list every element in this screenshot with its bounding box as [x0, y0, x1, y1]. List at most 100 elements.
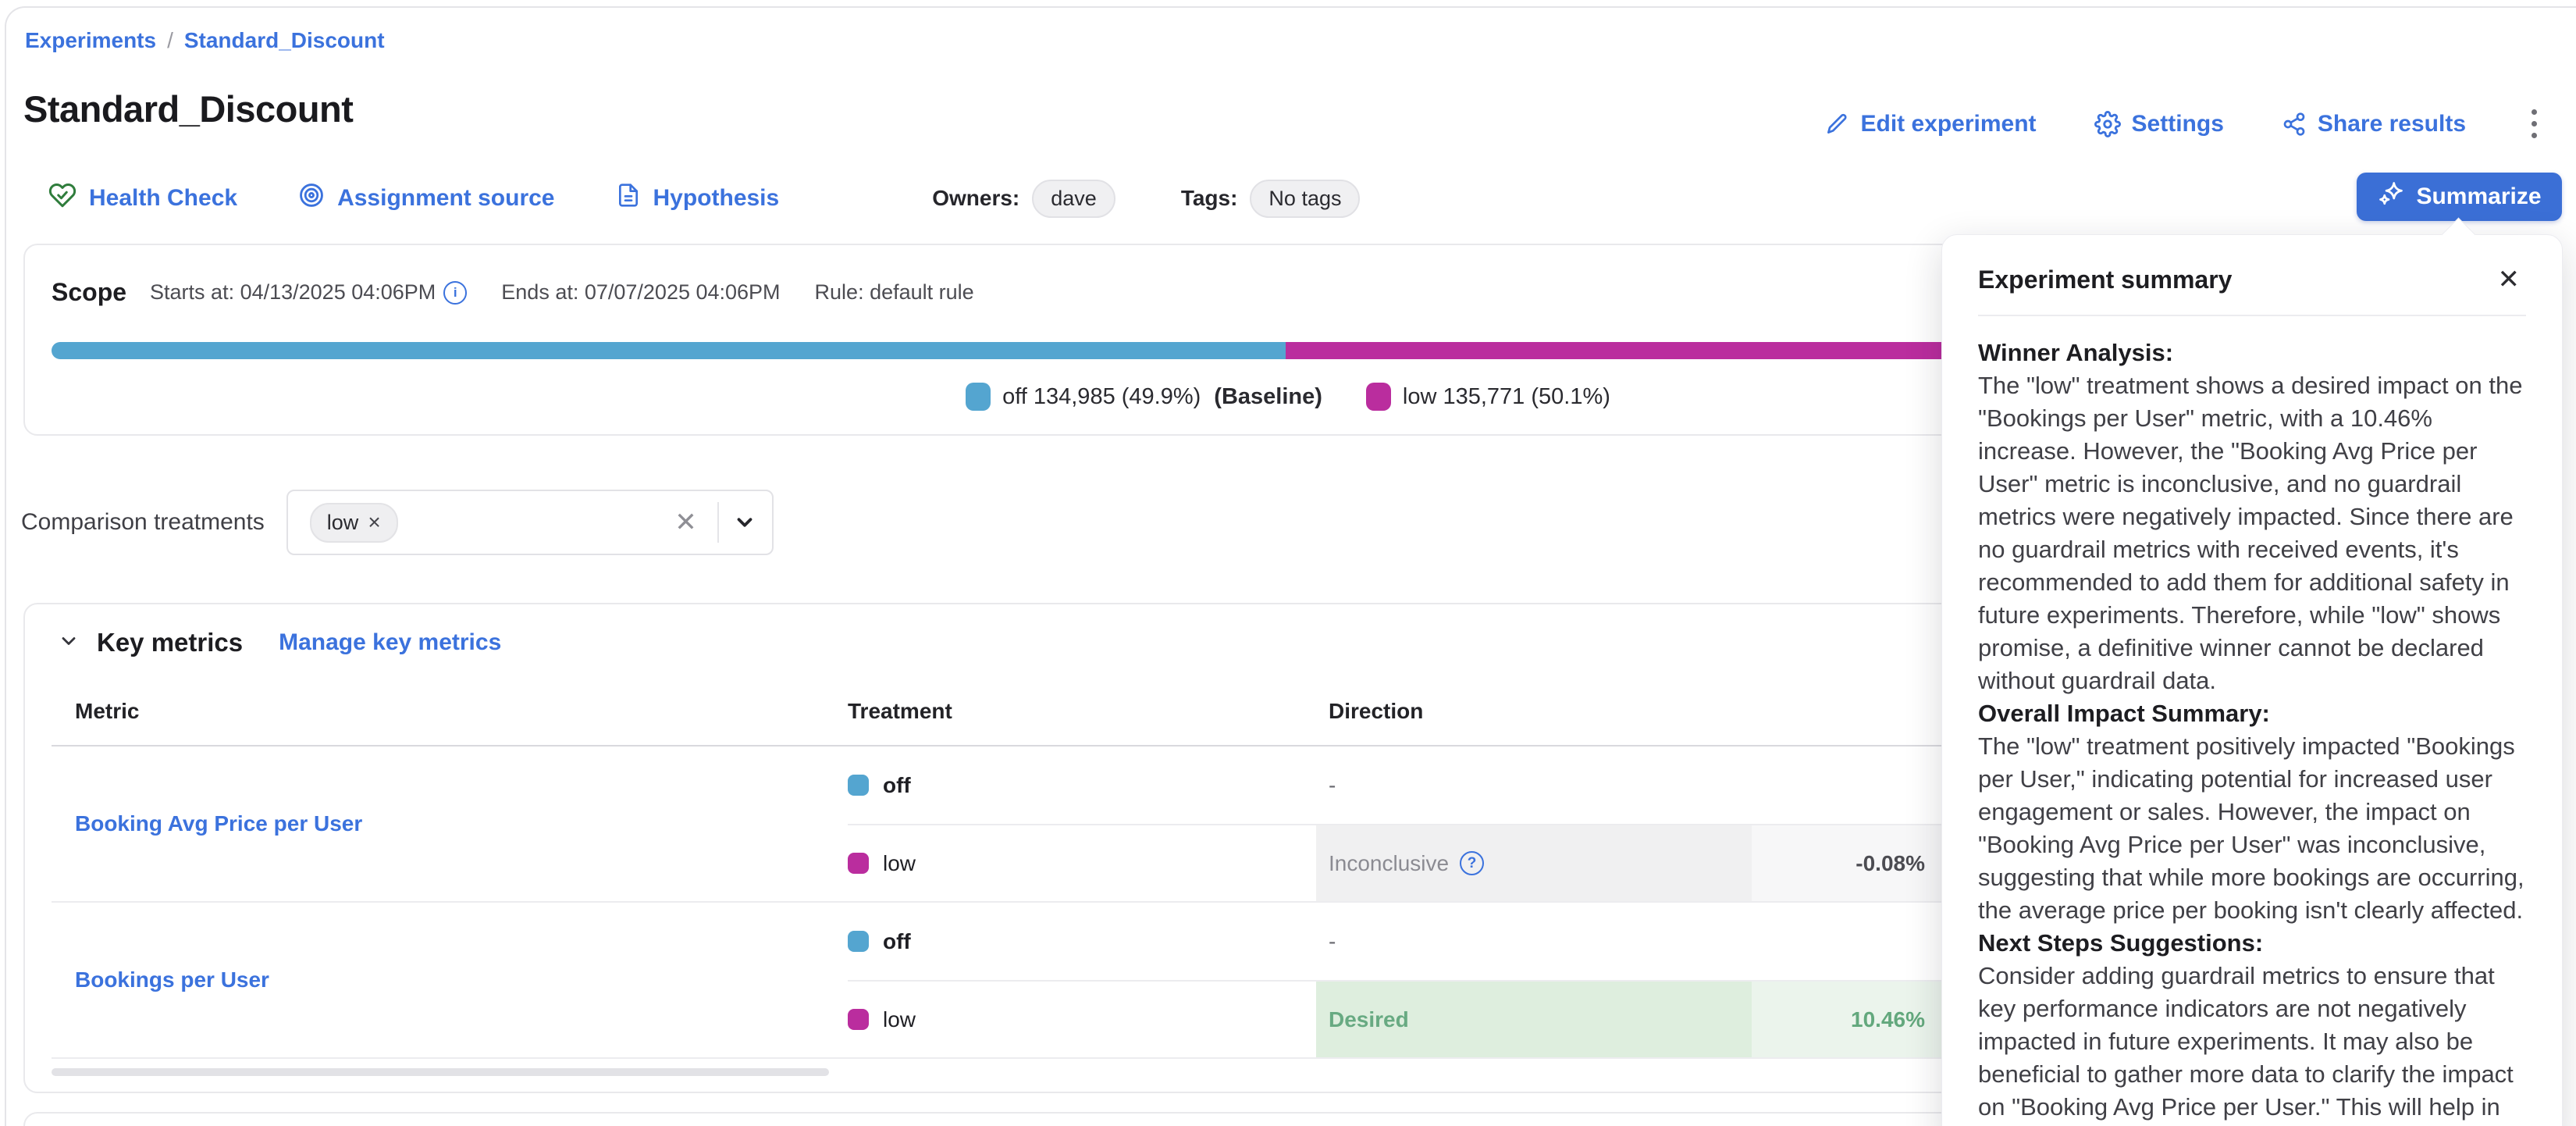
tags-pill[interactable]: No tags — [1250, 180, 1360, 218]
scope-starts-at: Starts at: 04/13/2025 04:06PM i — [150, 280, 467, 305]
tab-hypothesis[interactable]: Hypothesis — [616, 183, 780, 214]
panel-title-row: Experiment summary ✕ — [1978, 263, 2526, 296]
tab-health-check[interactable]: Health Check — [48, 181, 237, 216]
treatment-name: low — [883, 1007, 916, 1032]
tab-health-check-label: Health Check — [89, 185, 237, 212]
value-cell: -0.08% — [1752, 824, 1942, 901]
share-results-label: Share results — [2318, 111, 2466, 137]
heart-check-icon — [48, 181, 76, 216]
treatment-swatch-off — [848, 775, 869, 796]
summarize-button[interactable]: Summarize — [2357, 173, 2562, 221]
value-cell — [1752, 903, 1942, 980]
direction-cell: - — [1316, 747, 1752, 824]
horizontal-scrollbar-thumb[interactable] — [52, 1068, 829, 1076]
scope-rule: Rule: default rule — [815, 280, 974, 305]
metric-link[interactable]: Booking Avg Price per User — [75, 811, 362, 836]
allocation-segment-off — [52, 342, 1286, 359]
direction-cell-inconclusive: Inconclusive ? — [1316, 824, 1752, 901]
treatment-swatch-low — [848, 853, 869, 874]
direction-label: Inconclusive — [1329, 851, 1449, 876]
tags-block: Tags: No tags — [1181, 180, 1361, 218]
scope-header: Scope Starts at: 04/13/2025 04:06PM i En… — [52, 278, 974, 307]
table-row-bookings-per-user: Bookings per User off - low Desired 10.4… — [52, 903, 1942, 1059]
panel-divider — [1978, 315, 2526, 316]
legend-text-low: low 135,771 (50.1%) — [1403, 384, 1610, 410]
breadcrumb-experiments-link[interactable]: Experiments — [25, 28, 156, 53]
section-heading: Winner Analysis: — [1978, 339, 2173, 366]
treatment-name: low — [883, 851, 916, 876]
target-icon — [298, 182, 325, 215]
treatment-cell-off: off — [848, 903, 1316, 980]
info-icon[interactable]: i — [443, 281, 467, 305]
select-divider — [717, 502, 719, 543]
tags-label: Tags: — [1181, 186, 1238, 211]
collapse-chevron-icon[interactable] — [58, 630, 80, 656]
value-cell — [1752, 747, 1942, 824]
breadcrumb-current-link[interactable]: Standard_Discount — [184, 28, 385, 53]
settings-label: Settings — [2132, 111, 2224, 137]
section-body: The "low" treatment shows a desired impa… — [1978, 369, 2526, 697]
treatment-name: off — [883, 773, 911, 798]
legend-item-low: low 135,771 (50.1%) — [1366, 383, 1610, 411]
key-metrics-title: Key metrics — [97, 628, 243, 657]
edit-experiment-button[interactable]: Edit experiment — [1824, 111, 2036, 137]
page-title: Standard_Discount — [23, 87, 353, 130]
legend-item-off: off 134,985 (49.9%) (Baseline) — [966, 383, 1322, 411]
chip-remove-icon[interactable]: × — [368, 511, 380, 533]
treatment-cell-off: off — [848, 747, 1316, 824]
treatment-swatch-low — [848, 1009, 869, 1030]
comparison-treatments-select[interactable]: low × ✕ — [286, 490, 774, 555]
tab-hypothesis-label: Hypothesis — [653, 185, 780, 212]
pencil-icon — [1824, 112, 1849, 137]
legend-swatch-low — [1366, 383, 1391, 411]
direction-label: Desired — [1329, 1007, 1409, 1032]
direction-cell-desired: Desired — [1316, 980, 1752, 1057]
key-metrics-header: Key metrics Manage key metrics — [58, 628, 501, 657]
header-actions: Edit experiment Settings Share results — [1824, 105, 2545, 143]
edit-experiment-label: Edit experiment — [1860, 111, 2036, 137]
legend-text-off: off 134,985 (49.9%) — [1002, 384, 1201, 410]
scope-ends-at: Ends at: 07/07/2025 04:06PM — [501, 280, 780, 305]
gear-icon — [2094, 111, 2121, 137]
table-row-booking-avg-price: Booking Avg Price per User off - low Inc… — [52, 747, 1942, 903]
settings-button[interactable]: Settings — [2094, 111, 2224, 137]
owner-pill[interactable]: dave — [1032, 180, 1115, 218]
comparison-treatments-row: Comparison treatments low × ✕ — [21, 490, 774, 555]
close-icon[interactable]: ✕ — [2492, 263, 2527, 296]
treatment-chip-low[interactable]: low × — [310, 503, 398, 543]
meta-row: Health Check Assignment source Hypothesi… — [48, 176, 1360, 220]
panel-title: Experiment summary — [1978, 265, 2232, 294]
overflow-menu-button[interactable] — [2524, 105, 2545, 143]
summary-section-winner: Winner Analysis: The "low" treatment sho… — [1978, 337, 2526, 697]
document-icon — [616, 183, 641, 214]
treatment-name: off — [883, 929, 911, 954]
treatment-cell-low: low — [848, 824, 1316, 901]
select-clear-icon[interactable]: ✕ — [668, 507, 703, 538]
treatment-swatch-off — [848, 931, 869, 952]
value-cell: 10.46% — [1752, 980, 1942, 1057]
comparison-treatments-label: Comparison treatments — [21, 509, 265, 536]
manage-key-metrics-link[interactable]: Manage key metrics — [279, 629, 501, 656]
experiment-summary-panel: Experiment summary ✕ Winner Analysis: Th… — [1941, 234, 2563, 1126]
metric-link[interactable]: Bookings per User — [75, 967, 269, 992]
summary-section-overall: Overall Impact Summary: The "low" treatm… — [1978, 697, 2526, 927]
share-results-button[interactable]: Share results — [2282, 111, 2466, 137]
question-icon[interactable]: ? — [1460, 851, 1484, 875]
tab-assignment-source-label: Assignment source — [337, 185, 554, 212]
summary-section-next-steps: Next Steps Suggestions: Consider adding … — [1978, 927, 2526, 1126]
chevron-down-icon[interactable] — [733, 511, 756, 534]
treatment-cell-low: low — [848, 980, 1316, 1057]
section-body: Consider adding guardrail metrics to ens… — [1978, 960, 2526, 1126]
owners-label: Owners: — [932, 186, 1019, 211]
breadcrumb: Experiments / Standard_Discount — [25, 28, 385, 53]
tab-assignment-source[interactable]: Assignment source — [298, 182, 554, 215]
column-header-treatment: Treatment — [848, 699, 1316, 724]
direction-cell: - — [1316, 903, 1752, 980]
panel-caret — [2442, 218, 2476, 252]
breadcrumb-separator: / — [167, 28, 173, 53]
owners-block: Owners: dave — [932, 180, 1115, 218]
key-metrics-table: Metric Treatment Direction Booking Avg P… — [52, 677, 1942, 1059]
metric-cell: Booking Avg Price per User — [52, 747, 848, 901]
section-body: The "low" treatment positively impacted … — [1978, 730, 2526, 927]
panel-body: Winner Analysis: The "low" treatment sho… — [1978, 337, 2526, 1126]
